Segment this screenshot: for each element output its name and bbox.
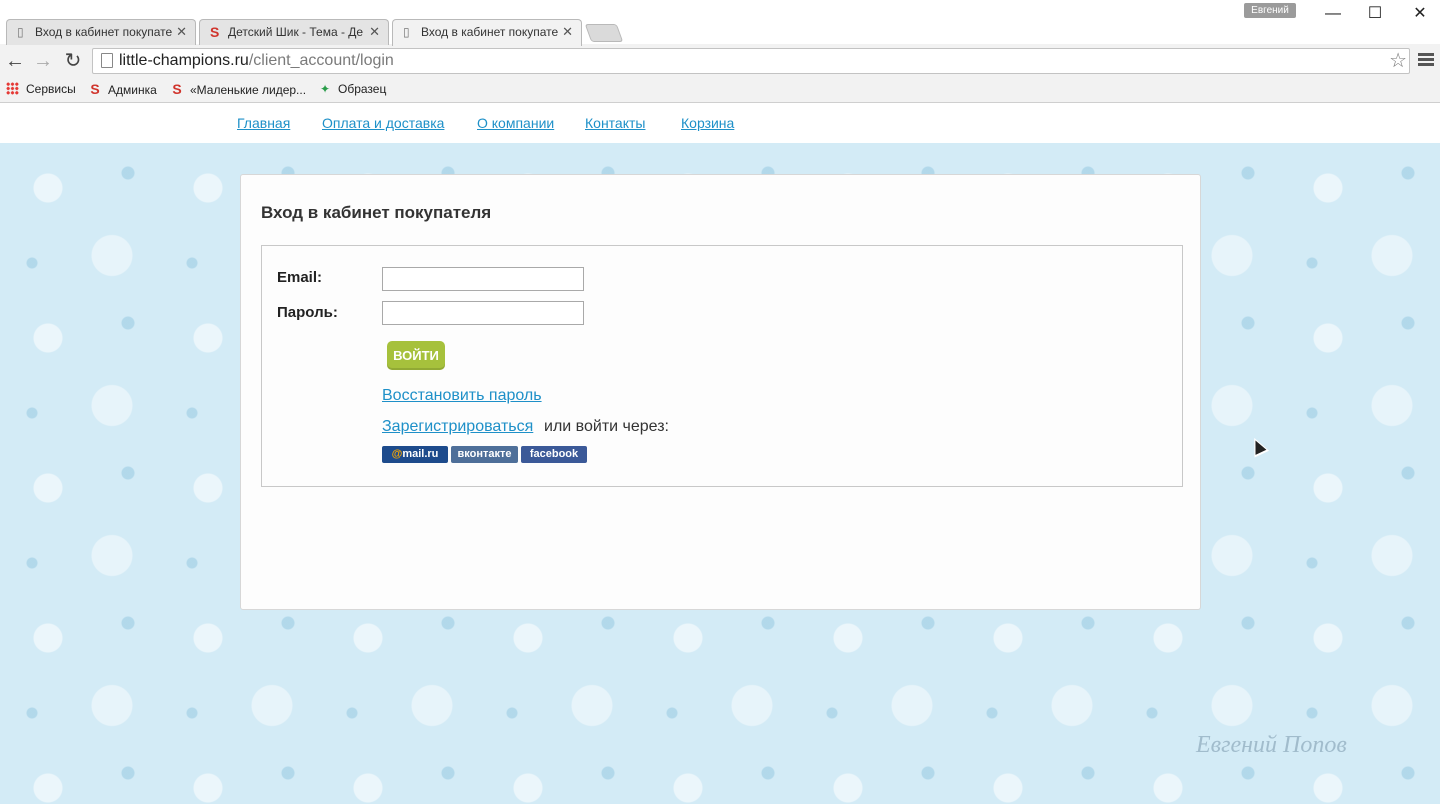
- nav-home-link[interactable]: Главная: [237, 115, 290, 131]
- login-form: Email: Пароль: ВОЙТИ Восстановить пароль…: [261, 245, 1183, 487]
- url-host: little-champions.ru: [119, 52, 249, 69]
- back-arrow-icon[interactable]: ←: [2, 48, 28, 74]
- tab-forum[interactable]: S Детский Шик - Тема - Де ✕: [199, 19, 389, 45]
- email-label: Email:: [277, 269, 323, 286]
- profile-badge[interactable]: Евгений: [1244, 3, 1296, 18]
- apps-icon: [6, 82, 19, 95]
- tab-strip: ▯ Вход в кабинет покупате ✕ S Детский Ши…: [0, 0, 1440, 46]
- author-watermark: Евгений Попов: [1196, 732, 1347, 758]
- bookmark-label: Сервисы: [26, 82, 76, 96]
- tab-title: Детский Шик - Тема - Де: [228, 25, 364, 39]
- browser-toolbar: ← → ↻ little-champions.ru/client_account…: [0, 45, 1440, 77]
- tab-login-active[interactable]: ▯ Вход в кабинет покупате ✕: [392, 19, 582, 46]
- bookmark-label: Админка: [108, 83, 157, 97]
- url-path: /client_account/login: [248, 52, 394, 69]
- nav-payment-delivery-link[interactable]: Оплата и доставка: [322, 115, 444, 131]
- nav-about-link[interactable]: О компании: [477, 115, 554, 131]
- bookmark-little-leaders[interactable]: S «Маленькие лидер...: [170, 81, 306, 97]
- bookmark-sample[interactable]: ✦ Образец: [318, 81, 386, 97]
- vkontakte-login-button[interactable]: вконтакте: [451, 446, 518, 463]
- tab-title: Вход в кабинет покупате: [421, 25, 559, 39]
- bookmark-label: Образец: [338, 82, 387, 96]
- colorful-star-icon: ✦: [319, 82, 331, 96]
- browser-chrome: ▯ Вход в кабинет покупате ✕ S Детский Ши…: [0, 0, 1440, 103]
- browser-menu-icon[interactable]: [1418, 51, 1434, 71]
- bookmark-label: «Маленькие лидер...: [190, 83, 307, 97]
- page-icon: ▯: [403, 25, 410, 39]
- reload-icon[interactable]: ↻: [60, 48, 86, 74]
- social-label: вконтакте: [457, 448, 512, 460]
- restore-password-link[interactable]: Восстановить пароль: [382, 387, 542, 405]
- minimize-icon[interactable]: —: [1313, 2, 1353, 26]
- close-window-icon[interactable]: ✕: [1400, 2, 1440, 26]
- register-link[interactable]: Зарегистрироваться: [382, 418, 533, 436]
- tab-title: Вход в кабинет покупате: [35, 25, 173, 39]
- bookmarks-bar: Сервисы S Админка S «Маленькие лидер... ✦ О…: [0, 77, 1440, 101]
- s-logo-icon: S: [172, 81, 182, 97]
- url-text[interactable]: little-champions.ru/client_account/login: [119, 49, 394, 73]
- bookmark-admin[interactable]: S Админка: [88, 81, 157, 97]
- social-label: facebook: [529, 448, 579, 460]
- forward-arrow-icon[interactable]: →: [30, 48, 56, 74]
- password-label: Пароль:: [277, 304, 338, 321]
- page-icon: [101, 53, 113, 68]
- at-sign-icon: @: [391, 448, 403, 460]
- close-icon[interactable]: ✕: [176, 24, 187, 39]
- nav-contacts-link[interactable]: Контакты: [585, 115, 645, 131]
- maximize-icon[interactable]: ☐: [1355, 2, 1395, 26]
- social-login-text: или войти через:: [544, 418, 669, 435]
- social-label: mail.ru: [402, 448, 439, 460]
- close-icon[interactable]: ✕: [562, 24, 573, 39]
- s-logo-icon: S: [90, 81, 100, 97]
- login-card: Вход в кабинет покупателя Email: Пароль:…: [240, 174, 1201, 610]
- nav-cart-link[interactable]: Корзина: [681, 115, 734, 131]
- new-tab-button[interactable]: [584, 24, 624, 42]
- email-field[interactable]: [382, 267, 584, 291]
- tab-login-1[interactable]: ▯ Вход в кабинет покупате ✕: [6, 19, 196, 45]
- bookmark-services[interactable]: Сервисы: [6, 81, 76, 97]
- password-field[interactable]: [382, 301, 584, 325]
- site-navigation: Главная Оплата и доставка О компании Кон…: [0, 103, 1440, 143]
- facebook-login-button[interactable]: facebook: [521, 446, 587, 463]
- address-bar[interactable]: little-champions.ru/client_account/login…: [92, 48, 1410, 74]
- mailru-login-button[interactable]: @mail.ru: [382, 446, 448, 463]
- s-logo-icon: S: [210, 24, 220, 40]
- page-title: Вход в кабинет покупателя: [261, 203, 492, 222]
- login-button[interactable]: ВОЙТИ: [387, 341, 445, 370]
- bookmark-star-icon[interactable]: ☆: [1389, 49, 1407, 73]
- close-icon[interactable]: ✕: [369, 24, 380, 39]
- page-icon: ▯: [17, 25, 24, 39]
